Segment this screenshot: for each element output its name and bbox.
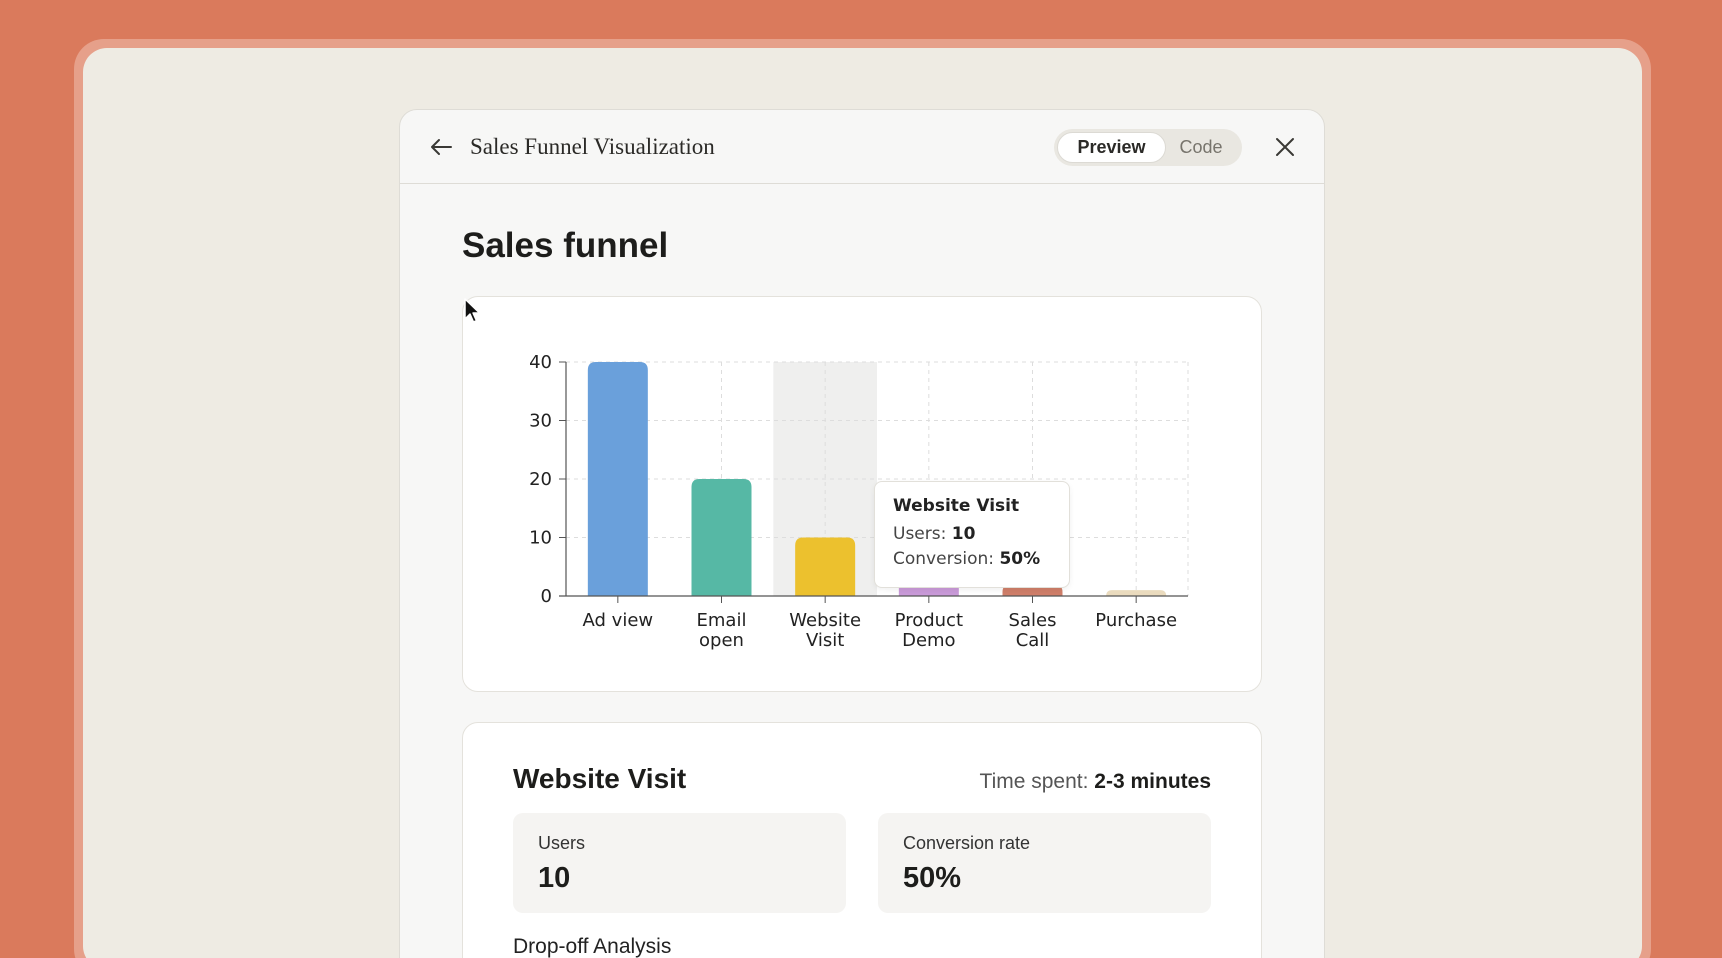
mouse-cursor-icon — [464, 298, 481, 323]
view-toggle: Preview Code — [1054, 129, 1242, 166]
back-button[interactable] — [428, 134, 454, 160]
dropoff-heading: Drop-off Analysis — [513, 935, 672, 958]
tooltip-conversion-value: 50% — [999, 549, 1041, 569]
arrow-left-icon — [431, 138, 452, 155]
users-stat-label: Users — [538, 833, 586, 853]
x-tick-label: Website Visit — [789, 610, 861, 651]
window-titlebar: Sales Funnel Visualization Preview Code — [400, 110, 1324, 184]
funnel-bar-chart[interactable]: 0 10 20 30 40 Ad view Email open Website Visit Pro… — [463, 297, 1263, 693]
y-tick-label: 20 — [529, 469, 552, 490]
page-content: Sales funnel 0 10 20 30 40 Ad view Email open We… — [400, 226, 1324, 958]
x-tick-label: Ad view — [583, 610, 654, 631]
code-tab[interactable]: Code — [1166, 132, 1236, 163]
y-tick-label: 0 — [541, 586, 552, 607]
conversion-stat-value: 50% — [903, 862, 962, 894]
preview-tab[interactable]: Preview — [1057, 132, 1166, 163]
y-tick-label: 10 — [529, 528, 552, 549]
users-stat-value: 10 — [538, 862, 571, 894]
stats-row: Users 10 Conversion rate 50% — [513, 813, 1211, 913]
users-stat: Users 10 — [513, 813, 846, 913]
bar-ad-view[interactable] — [587, 362, 648, 596]
x-tick-label: Product Demo — [895, 610, 963, 651]
x-tick-label-line: Demo — [902, 630, 955, 651]
conversion-stat-label: Conversion rate — [903, 833, 1031, 853]
detail-header: Website Visit Time spent: 2-3 minutes — [513, 763, 1211, 795]
tooltip-users: Users: 10 — [893, 524, 1051, 544]
x-tick-label-line: Sales — [1009, 610, 1057, 631]
time-spent-value: 2-3 minutes — [1094, 770, 1211, 793]
x-tick-label-line: Email — [697, 610, 747, 631]
x-tick-label: Sales Call — [1009, 610, 1057, 651]
close-icon — [1276, 138, 1294, 156]
tooltip-users-label: Users: — [893, 524, 952, 544]
y-tick-label: 30 — [529, 411, 552, 432]
x-tick-label-line: open — [699, 630, 744, 651]
artifact-window: Sales Funnel Visualization Preview Code … — [399, 109, 1325, 958]
y-tick-label: 40 — [529, 352, 552, 373]
bar-email-open[interactable] — [691, 479, 752, 596]
time-spent: Time spent: 2-3 minutes — [980, 770, 1211, 794]
x-tick-label-line: Purchase — [1095, 610, 1177, 631]
x-tick-label-line: Visit — [806, 630, 844, 651]
chart-tooltip: Website Visit Users: 10 Conversion: 50% — [874, 481, 1070, 588]
stage-detail-card: Website Visit Time spent: 2-3 minutes Us… — [462, 722, 1262, 958]
window-title: Sales Funnel Visualization — [470, 133, 715, 159]
x-tick-label: Purchase — [1095, 610, 1177, 631]
time-spent-label: Time spent: — [979, 770, 1095, 793]
tooltip-title: Website Visit — [893, 496, 1020, 516]
chart-card: 0 10 20 30 40 Ad view Email open Website Visit Pro… — [462, 296, 1262, 692]
x-tick-label-line: Website — [789, 610, 861, 631]
close-button[interactable] — [1272, 134, 1298, 160]
page-heading: Sales funnel — [462, 226, 669, 265]
tooltip-users-value: 10 — [951, 524, 976, 544]
conversion-stat: Conversion rate 50% — [878, 813, 1211, 913]
x-tick-label-line: Ad view — [583, 610, 654, 631]
tooltip-conversion: Conversion: 50% — [893, 549, 1051, 569]
x-tick-label: Email open — [697, 610, 747, 651]
x-tick-label-line: Call — [1016, 630, 1050, 651]
bar-website-visit[interactable] — [795, 537, 856, 597]
detail-title: Website Visit — [513, 763, 687, 794]
bar-purchase[interactable] — [1106, 590, 1167, 596]
tooltip-conversion-label: Conversion: — [893, 549, 1000, 569]
x-tick-label-line: Product — [895, 610, 963, 631]
